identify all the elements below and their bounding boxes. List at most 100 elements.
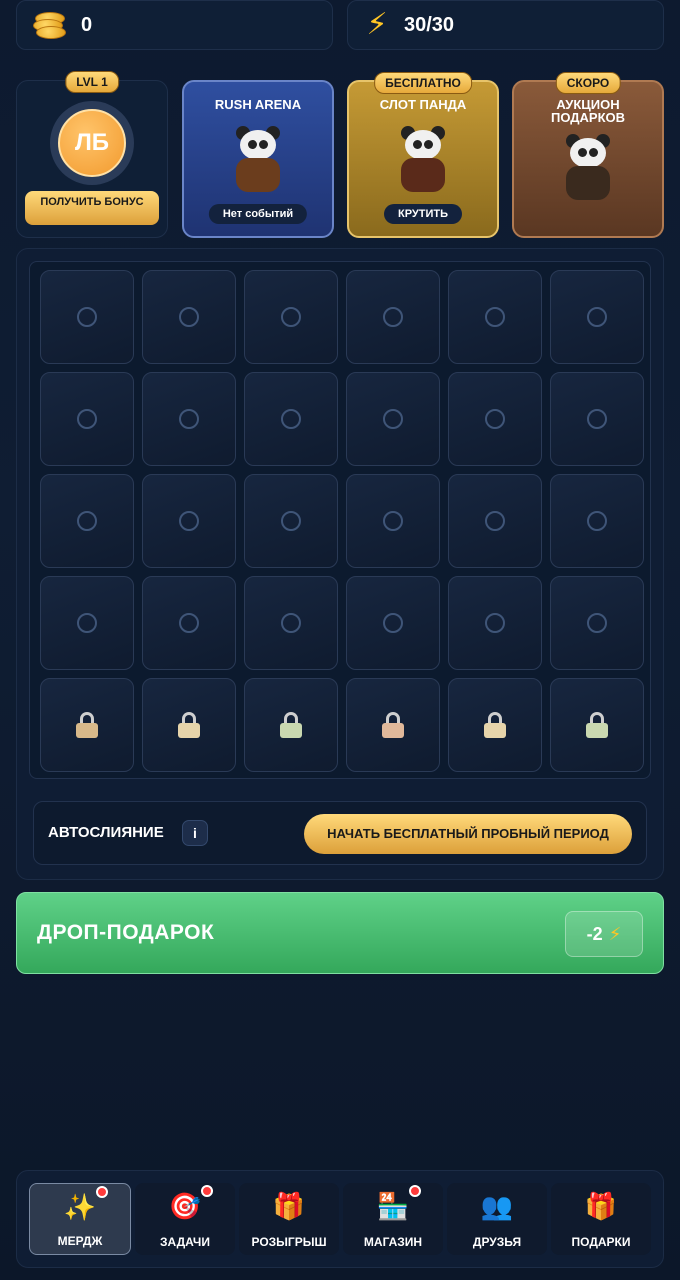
grid-cell[interactable] [550, 474, 644, 568]
coin-balance: 0 [16, 0, 333, 50]
lightning-icon: ⚡ [608, 923, 622, 944]
merge-grid-frame [29, 261, 651, 779]
locked-grid-cell[interactable] [346, 678, 440, 772]
empty-slot-icon [587, 511, 607, 531]
empty-slot-icon [179, 511, 199, 531]
empty-slot-icon [281, 307, 301, 327]
merge-panel: АВТОСЛИЯНИЕ i НАЧАТЬ БЕСПЛАТНЫЙ ПРОБНЫЙ … [16, 248, 664, 880]
lock-icon [178, 712, 200, 738]
empty-slot-icon [383, 409, 403, 429]
grid-cell[interactable] [346, 474, 440, 568]
drop-cost: -2 ⚡ [565, 911, 643, 957]
empty-slot-icon [383, 307, 403, 327]
empty-slot-icon [485, 613, 505, 633]
grid-cell[interactable] [448, 270, 542, 364]
lock-icon [280, 712, 302, 738]
grid-cell[interactable] [40, 576, 134, 670]
grid-cell[interactable] [142, 270, 236, 364]
grid-cell[interactable] [244, 270, 338, 364]
gift-box-icon: 🎁 [272, 1191, 306, 1221]
avatar[interactable]: ЛБ [58, 109, 126, 177]
grid-cell[interactable] [448, 372, 542, 466]
drop-gift-label: ДРОП-ПОДАРОК [37, 921, 215, 944]
grid-cell[interactable] [244, 372, 338, 466]
grid-cell[interactable] [142, 474, 236, 568]
locked-grid-cell[interactable] [244, 678, 338, 772]
grid-cell[interactable] [142, 576, 236, 670]
nav-item-6[interactable]: 🎁 ПОДАРКИ [551, 1183, 651, 1255]
grid-cell[interactable] [346, 270, 440, 364]
coin-count: 0 [81, 13, 93, 36]
start-free-trial-button[interactable]: НАЧАТЬ БЕСПЛАТНЫЙ ПРОБНЫЙ ПЕРИОД [304, 814, 632, 854]
grid-cell[interactable] [346, 576, 440, 670]
grid-cell[interactable] [40, 474, 134, 568]
notification-dot [96, 1186, 108, 1198]
drop-cost-value: -2 [586, 923, 603, 944]
slot-panda-card[interactable]: БЕСПЛАТНО СЛОТ ПАНДА КРУТИТЬ [347, 72, 499, 238]
empty-slot-icon [77, 613, 97, 633]
empty-slot-icon [179, 409, 199, 429]
lightning-icon: ⚡ [366, 8, 388, 41]
locked-grid-cell[interactable] [550, 678, 644, 772]
empty-slot-icon [485, 511, 505, 531]
grid-cell[interactable] [244, 474, 338, 568]
nav-item-5[interactable]: 👥 ДРУЗЬЯ [447, 1183, 547, 1255]
locked-grid-cell[interactable] [448, 678, 542, 772]
grid-cell[interactable] [448, 576, 542, 670]
target-icon: 🎯 [168, 1191, 202, 1221]
feature-cards: LVL 1 ЛБ ПОЛУЧИТЬ БОНУС RUSH ARENA Нет с… [16, 70, 664, 240]
empty-slot-icon [587, 409, 607, 429]
empty-slot-icon [179, 613, 199, 633]
nav-item-label: МАГАЗИН [363, 1235, 423, 1249]
empty-slot-icon [77, 307, 97, 327]
shop-icon: 🏪 [376, 1191, 410, 1221]
empty-slot-icon [587, 613, 607, 633]
merge-grid [40, 270, 644, 772]
locked-grid-cell[interactable] [40, 678, 134, 772]
free-badge: БЕСПЛАТНО [374, 72, 472, 94]
grid-cell[interactable] [40, 372, 134, 466]
energy-balance: ⚡ 30/30 [347, 0, 664, 50]
empty-slot-icon [281, 409, 301, 429]
grid-cell[interactable] [550, 372, 644, 466]
drop-gift-button[interactable]: ДРОП-ПОДАРОК -2 ⚡ [16, 892, 664, 974]
get-bonus-button[interactable]: ПОЛУЧИТЬ БОНУС [25, 191, 159, 225]
lock-icon [382, 712, 404, 738]
coins-icon [33, 10, 67, 40]
info-icon[interactable]: i [182, 820, 208, 846]
nav-item-4[interactable]: 🏪 МАГАЗИН [343, 1183, 443, 1255]
auction-title: АУКЦИОН ПОДАРКОВ [550, 97, 626, 125]
nav-item-2[interactable]: 🎯 ЗАДАЧИ [135, 1183, 235, 1255]
grid-cell[interactable] [448, 474, 542, 568]
notification-dot [409, 1185, 421, 1197]
locked-grid-cell[interactable] [142, 678, 236, 772]
nav-item-label: РОЗЫГРЫШ [251, 1235, 327, 1249]
grid-cell[interactable] [346, 372, 440, 466]
rush-arena-card[interactable]: RUSH ARENA Нет событий [182, 80, 334, 238]
rush-arena-title: RUSH ARENA [214, 97, 302, 112]
auction-card[interactable]: СКОРО АУКЦИОН ПОДАРКОВ [512, 72, 664, 238]
empty-slot-icon [587, 307, 607, 327]
nav-item-1[interactable]: ✨ МЕРДЖ [29, 1183, 131, 1255]
grid-cell[interactable] [142, 372, 236, 466]
grid-cell[interactable] [40, 270, 134, 364]
nav-item-3[interactable]: 🎁 РОЗЫГРЫШ [239, 1183, 339, 1255]
top-bar: 0 ⚡ 30/30 [16, 0, 664, 52]
slot-panda-title: СЛОТ ПАНДА [379, 97, 467, 112]
empty-slot-icon [281, 613, 301, 633]
lock-icon [586, 712, 608, 738]
empty-slot-icon [179, 307, 199, 327]
lock-icon [76, 712, 98, 738]
panda-auction-icon [558, 134, 618, 200]
nav-item-label: ЗАДАЧИ [160, 1235, 210, 1249]
notification-dot [201, 1185, 213, 1197]
nav-item-label: ДРУЗЬЯ [472, 1235, 522, 1249]
spin-button[interactable]: КРУТИТЬ [384, 204, 462, 224]
level-card: LVL 1 ЛБ ПОЛУЧИТЬ БОНУС [16, 71, 168, 238]
avatar-ring[interactable]: ЛБ [50, 101, 134, 185]
grid-cell[interactable] [550, 270, 644, 364]
nav-item-label: ПОДАРКИ [571, 1235, 631, 1249]
empty-slot-icon [485, 409, 505, 429]
grid-cell[interactable] [550, 576, 644, 670]
grid-cell[interactable] [244, 576, 338, 670]
